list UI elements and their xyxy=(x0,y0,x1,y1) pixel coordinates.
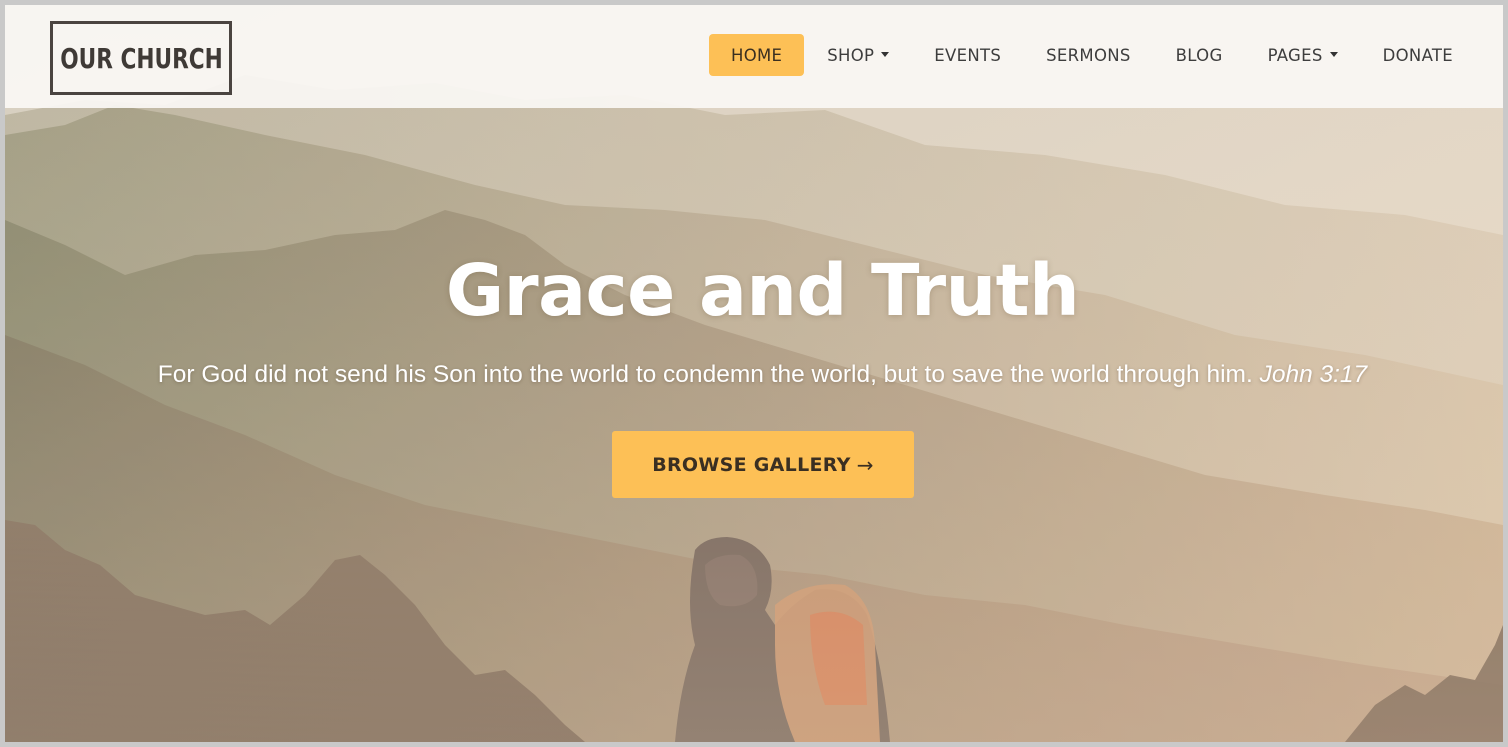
nav-item-label: PAGES xyxy=(1267,45,1323,65)
nav-item-label: SERMONS xyxy=(1046,45,1131,65)
nav-item-label: DONATE xyxy=(1382,45,1453,65)
caret-down-icon xyxy=(1329,51,1338,57)
nav-item-events[interactable]: EVENTS xyxy=(912,34,1023,76)
nav-item-label: EVENTS xyxy=(934,45,1002,65)
nav-item-label: SHOP xyxy=(827,45,875,65)
browse-gallery-label: BROWSE GALLERY xyxy=(652,453,851,476)
nav-item-label: HOME xyxy=(731,45,783,65)
nav-item-home[interactable]: HOME xyxy=(709,34,805,76)
main-navigation: HOME SHOP EVENTS SERMONS BLOG PAGES DONA… xyxy=(709,33,1503,77)
nav-item-label: BLOG xyxy=(1175,45,1223,65)
browse-gallery-button[interactable]: BROWSE GALLERY → xyxy=(612,431,914,498)
verse-text: For God did not send his Son into the wo… xyxy=(157,361,1253,388)
hero-verse: For God did not send his Son into the wo… xyxy=(5,361,1503,389)
logo-text: OUR CHURCH xyxy=(59,41,223,75)
verse-reference: John 3:17 xyxy=(1259,361,1368,388)
site-header: OUR CHURCH HOME SHOP EVENTS SERMONS BLOG… xyxy=(5,5,1503,108)
nav-item-sermons[interactable]: SERMONS xyxy=(1024,34,1153,76)
nav-item-pages[interactable]: PAGES xyxy=(1246,34,1360,76)
site-logo[interactable]: OUR CHURCH xyxy=(50,21,232,95)
nav-item-donate[interactable]: DONATE xyxy=(1361,34,1475,76)
nav-item-shop[interactable]: SHOP xyxy=(805,34,911,76)
page-frame: OUR CHURCH HOME SHOP EVENTS SERMONS BLOG… xyxy=(5,5,1503,742)
caret-down-icon xyxy=(881,51,890,57)
nav-item-blog[interactable]: BLOG xyxy=(1154,34,1245,76)
hero-title: Grace and Truth xyxy=(445,249,1080,332)
arrow-right-icon: → xyxy=(856,452,874,477)
